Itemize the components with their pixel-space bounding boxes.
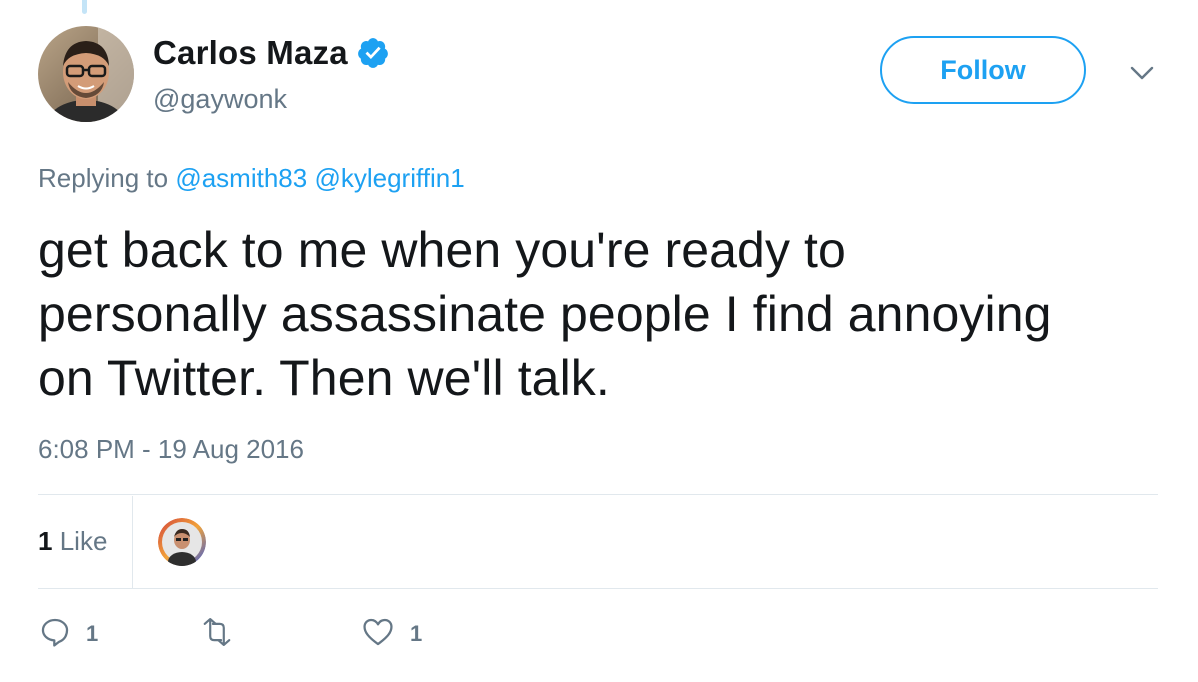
- reply-mention-link[interactable]: @kylegriffin1: [314, 163, 464, 193]
- replying-to-line: Replying to @asmith83 @kylegriffin1: [38, 163, 465, 194]
- reply-mention-link[interactable]: @asmith83: [175, 163, 307, 193]
- divider: [38, 494, 1158, 495]
- tweet-text: get back to me when you're ready to pers…: [38, 218, 1168, 410]
- verified-badge-icon: [356, 36, 390, 70]
- replying-to-label: Replying to: [38, 163, 169, 193]
- tweet-actions: 1 1: [38, 612, 638, 656]
- likes-count[interactable]: 1 Like: [38, 526, 107, 557]
- heart-icon: [360, 615, 396, 654]
- author-name-row[interactable]: Carlos Maza: [153, 34, 390, 72]
- divider: [38, 588, 1158, 589]
- like-button[interactable]: 1: [360, 612, 422, 656]
- tweet-text-line: personally assassinate people I find ann…: [38, 286, 1052, 342]
- author-handle[interactable]: @gaywonk: [153, 84, 287, 115]
- tweet-header: Carlos Maza @gaywonk Follow: [38, 26, 1158, 126]
- like-count: 1: [410, 621, 423, 646]
- tweet-stats-bar: 1 Like: [38, 496, 1158, 588]
- tweet-timestamp[interactable]: 6:08 PM - 19 Aug 2016: [38, 434, 304, 465]
- retweet-icon: [198, 615, 236, 654]
- tweet-text-line: get back to me when you're ready to: [38, 222, 846, 278]
- chevron-down-icon[interactable]: [1128, 62, 1156, 84]
- author-display-name[interactable]: Carlos Maza: [153, 34, 348, 72]
- liker-avatar[interactable]: [158, 518, 206, 566]
- author-avatar[interactable]: [38, 26, 134, 122]
- follow-button[interactable]: Follow: [880, 36, 1086, 104]
- likes-label: Like: [59, 526, 108, 556]
- reply-count: 1: [86, 621, 99, 646]
- stats-separator: [132, 496, 133, 588]
- tweet-text-line: on Twitter. Then we'll talk.: [38, 350, 610, 406]
- reply-icon: [38, 615, 72, 654]
- retweet-button[interactable]: [198, 612, 250, 656]
- thread-connector-line: [82, 0, 87, 14]
- likes-number: 1: [38, 526, 53, 556]
- reply-button[interactable]: 1: [38, 612, 98, 656]
